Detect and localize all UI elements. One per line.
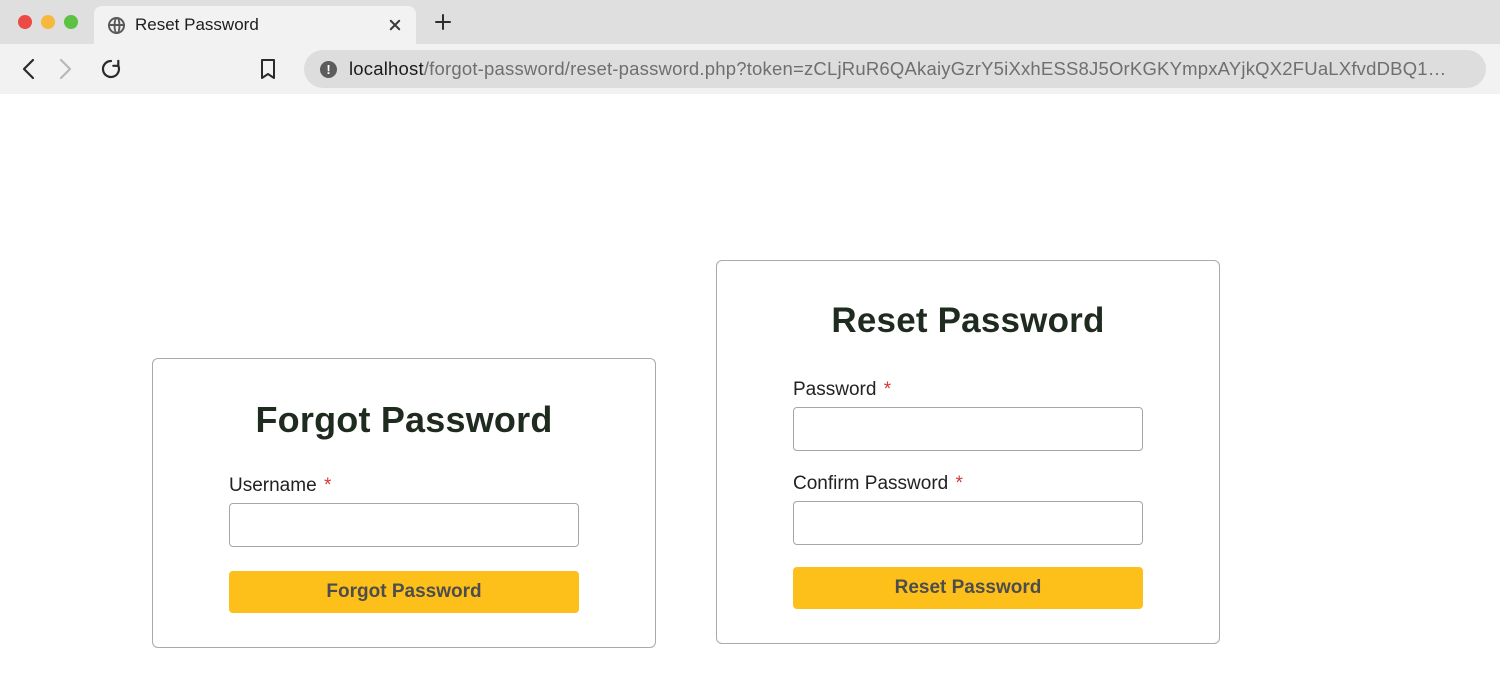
url-text: localhost/forgot-password/reset-password…	[349, 58, 1447, 80]
password-input[interactable]	[793, 407, 1143, 451]
password-field-group: Password *	[793, 379, 1143, 451]
reset-password-button[interactable]: Reset Password	[793, 567, 1143, 609]
username-input[interactable]	[229, 503, 579, 547]
reload-button[interactable]	[96, 49, 126, 89]
bookmark-button[interactable]	[254, 58, 282, 80]
required-mark: *	[884, 379, 891, 400]
close-tab-button[interactable]	[386, 16, 404, 34]
confirm-password-input[interactable]	[793, 501, 1143, 545]
url-host: localhost	[349, 58, 424, 79]
confirm-password-label: Confirm Password *	[793, 473, 1143, 495]
tab-title: Reset Password	[135, 15, 386, 35]
forgot-password-button[interactable]: Forgot Password	[229, 571, 579, 613]
forgot-heading: Forgot Password	[229, 399, 579, 441]
window-maximize-button[interactable]	[64, 15, 78, 29]
browser-chrome: Reset Password ! localhost/forgot-passwo…	[0, 0, 1500, 94]
password-label: Password *	[793, 379, 1143, 401]
window-controls	[0, 0, 88, 44]
password-label-text: Password	[793, 379, 876, 400]
required-mark: *	[956, 473, 963, 494]
page-content: Forgot Password Username * Forgot Passwo…	[0, 94, 1500, 673]
site-info-icon[interactable]: !	[320, 61, 337, 78]
back-button[interactable]	[14, 49, 44, 89]
url-path: /forgot-password/reset-password.php?toke…	[424, 58, 1447, 79]
browser-tab[interactable]: Reset Password	[94, 6, 416, 44]
forgot-password-card: Forgot Password Username * Forgot Passwo…	[152, 358, 656, 648]
reset-heading: Reset Password	[793, 301, 1143, 341]
forward-button[interactable]	[50, 49, 80, 89]
username-label: Username *	[229, 475, 579, 497]
tab-bar: Reset Password	[0, 0, 1500, 44]
confirm-password-field-group: Confirm Password *	[793, 473, 1143, 545]
new-tab-button[interactable]	[434, 13, 452, 31]
confirm-password-label-text: Confirm Password	[793, 473, 948, 494]
username-label-text: Username	[229, 475, 317, 496]
toolbar: ! localhost/forgot-password/reset-passwo…	[0, 44, 1500, 94]
url-bar[interactable]: ! localhost/forgot-password/reset-passwo…	[304, 50, 1486, 88]
window-close-button[interactable]	[18, 15, 32, 29]
window-minimize-button[interactable]	[41, 15, 55, 29]
required-mark: *	[324, 475, 331, 496]
reset-password-card: Reset Password Password * Confirm Passwo…	[716, 260, 1220, 644]
username-field-group: Username *	[229, 475, 579, 547]
globe-icon	[108, 17, 125, 34]
